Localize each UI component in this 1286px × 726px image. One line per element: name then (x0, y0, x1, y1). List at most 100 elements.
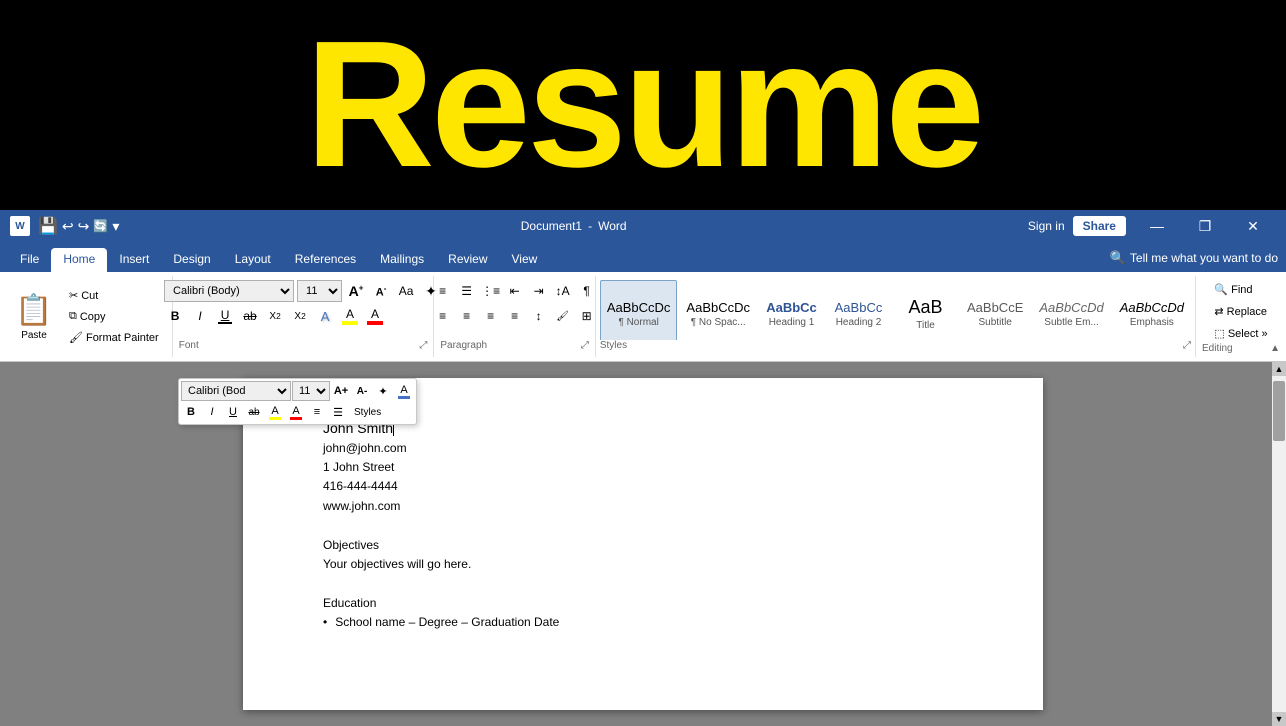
mini-bold-button[interactable]: B (181, 402, 201, 422)
style-heading2[interactable]: AaBbCc Heading 2 (826, 280, 891, 340)
document-page[interactable]: John Smith john@john.com 1 John Street 4… (243, 378, 1043, 710)
sign-in-button[interactable]: Sign in (1028, 219, 1065, 233)
undo-icon[interactable]: ↩ (62, 218, 74, 235)
italic-button[interactable]: I (189, 305, 211, 327)
borders-button[interactable]: ⊞ (576, 305, 598, 327)
ribbon-search-label[interactable]: Tell me what you want to do (1130, 251, 1278, 265)
customize-quick-access-icon[interactable]: ▾ (112, 218, 119, 235)
tab-review[interactable]: Review (436, 248, 499, 272)
find-button[interactable]: 🔍 Find (1209, 280, 1272, 299)
sort-button[interactable]: ↕A (552, 280, 574, 302)
mini-styles-button[interactable]: Styles (349, 402, 386, 422)
minimize-button[interactable]: — (1134, 210, 1180, 242)
mini-strikethrough-button[interactable]: ab (244, 402, 264, 422)
share-button[interactable]: Share (1073, 216, 1126, 236)
align-center-button[interactable]: ≡ (456, 305, 478, 327)
quick-access-toolbar: 💾 ↩ ↪ 🔄 ▾ (38, 216, 119, 236)
mini-grow-button[interactable]: A+ (331, 381, 351, 401)
doc-email-line: john@john.com (323, 439, 963, 458)
bullet-point: • (323, 613, 327, 632)
mini-shrink-button[interactable]: A- (352, 381, 372, 401)
education-bullet-1: • School name – Degree – Graduation Date (323, 613, 963, 632)
mini-numbering-button[interactable]: ☰ (328, 402, 348, 422)
strikethrough-button[interactable]: ab (239, 305, 261, 327)
underline-button[interactable]: U (214, 305, 236, 327)
style-subtle-emphasis[interactable]: AaBbCcDd Subtle Em... (1032, 280, 1110, 340)
mini-text-color-button[interactable]: A (394, 381, 414, 401)
style-emphasis[interactable]: AaBbCcDd Emphasis (1113, 280, 1191, 340)
paragraph-group-expand-icon[interactable]: ⤢ (581, 340, 589, 351)
scroll-thumb[interactable] (1273, 381, 1285, 441)
tab-insert[interactable]: Insert (107, 248, 161, 272)
paste-button[interactable]: 📋 Paste (8, 282, 60, 352)
grow-font-button[interactable]: A+ (345, 280, 367, 302)
objectives-section: Objectives Your objectives will go here. (323, 536, 963, 574)
scissors-icon: ✂ (69, 289, 78, 302)
paragraph-group-inner: ≡ ☰ ⋮≡ ⇤ ⇥ ↕A ¶ ≡ ≡ ≡ ≡ ↕ 🖌 ⊞ (432, 280, 598, 327)
font-name-select[interactable]: Calibri (Body) (164, 280, 294, 302)
editing-group-inner: 🔍 Find ⇄ Replace ⬚ Select » (1209, 280, 1272, 343)
numbering-button[interactable]: ☰ (456, 280, 478, 302)
line-spacing-button[interactable]: ↕ (528, 305, 550, 327)
show-formatting-button[interactable]: ¶ (576, 280, 598, 302)
shading-button[interactable]: 🖌 (552, 305, 574, 327)
mini-underline-button[interactable]: U (223, 402, 243, 422)
save-icon[interactable]: 💾 (38, 216, 58, 236)
bold-button[interactable]: B (164, 305, 186, 327)
select-button[interactable]: ⬚ Select » (1209, 324, 1272, 343)
close-button[interactable]: ✕ (1230, 210, 1276, 242)
tab-design[interactable]: Design (161, 248, 222, 272)
style-subtitle[interactable]: AaBbCcE Subtitle (960, 280, 1030, 340)
tab-home[interactable]: Home (51, 248, 107, 272)
editing-expand-icon[interactable]: ▲ (1270, 343, 1280, 354)
mini-size-select[interactable]: 11 (292, 381, 330, 401)
align-right-button[interactable]: ≡ (480, 305, 502, 327)
style-heading1[interactable]: AaBbCc Heading 1 (759, 280, 824, 340)
font-group-expand-icon[interactable]: ⤢ (419, 340, 427, 351)
styles-group-expand-icon[interactable]: ⤢ (1183, 340, 1191, 351)
scroll-up-button[interactable]: ▲ (1272, 362, 1286, 376)
style-normal[interactable]: AaBbCcDc ¶ Normal (600, 280, 678, 340)
font-color-button[interactable]: A (364, 305, 386, 327)
mini-highlight-button[interactable]: A (265, 402, 285, 422)
style-no-space[interactable]: AaBbCcDc ¶ No Spac... (679, 280, 757, 340)
redo-icon[interactable]: ↪ (78, 218, 90, 235)
paragraph-row2: ≡ ≡ ≡ ≡ ↕ 🖌 ⊞ (432, 305, 598, 327)
tab-view[interactable]: View (500, 248, 550, 272)
mini-font-select[interactable]: Calibri (Bod (181, 381, 291, 401)
tab-file[interactable]: File (8, 248, 51, 272)
bullets-button[interactable]: ≡ (432, 280, 454, 302)
replace-button[interactable]: ⇄ Replace (1209, 302, 1272, 321)
tab-references[interactable]: References (283, 248, 368, 272)
cut-button[interactable]: ✂ Cut (64, 286, 164, 305)
tab-layout[interactable]: Layout (223, 248, 283, 272)
restore-icon[interactable]: 🔄 (93, 219, 108, 233)
mini-bullets-button[interactable]: ≡ (307, 402, 327, 422)
style-title[interactable]: AaB Title (893, 280, 958, 340)
scroll-down-button[interactable]: ▼ (1272, 712, 1286, 726)
subscript-button[interactable]: X2 (264, 305, 286, 327)
scroll-track[interactable] (1272, 376, 1286, 712)
font-size-select[interactable]: 11 (297, 280, 342, 302)
text-effects-button[interactable]: A (314, 305, 336, 327)
copy-button[interactable]: ⧉ Copy (64, 307, 164, 326)
increase-indent-button[interactable]: ⇥ (528, 280, 550, 302)
restore-window-button[interactable]: ❐ (1182, 210, 1228, 242)
format-painter-button[interactable]: 🖌 Format Painter (64, 328, 164, 347)
decrease-indent-button[interactable]: ⇤ (504, 280, 526, 302)
justify-button[interactable]: ≡ (504, 305, 526, 327)
multilevel-list-button[interactable]: ⋮≡ (480, 280, 502, 302)
font-group: Calibri (Body) 11 A+ A- Aa ✦ (173, 276, 435, 357)
mini-toolbar: Calibri (Bod 11 A+ A- ✦ A B I U (178, 378, 417, 425)
mini-italic-button[interactable]: I (202, 402, 222, 422)
tab-mailings[interactable]: Mailings (368, 248, 436, 272)
education-section: Education • School name – Degree – Gradu… (323, 594, 963, 632)
align-left-button[interactable]: ≡ (432, 305, 454, 327)
mini-clear-format-button[interactable]: ✦ (373, 381, 393, 401)
mini-font-color-button[interactable]: A (286, 402, 306, 422)
objectives-title: Objectives (323, 536, 963, 555)
shrink-font-button[interactable]: A- (370, 280, 392, 302)
highlight-color-button[interactable]: A (339, 305, 361, 327)
change-case-button[interactable]: Aa (395, 280, 417, 302)
superscript-button[interactable]: X2 (289, 305, 311, 327)
